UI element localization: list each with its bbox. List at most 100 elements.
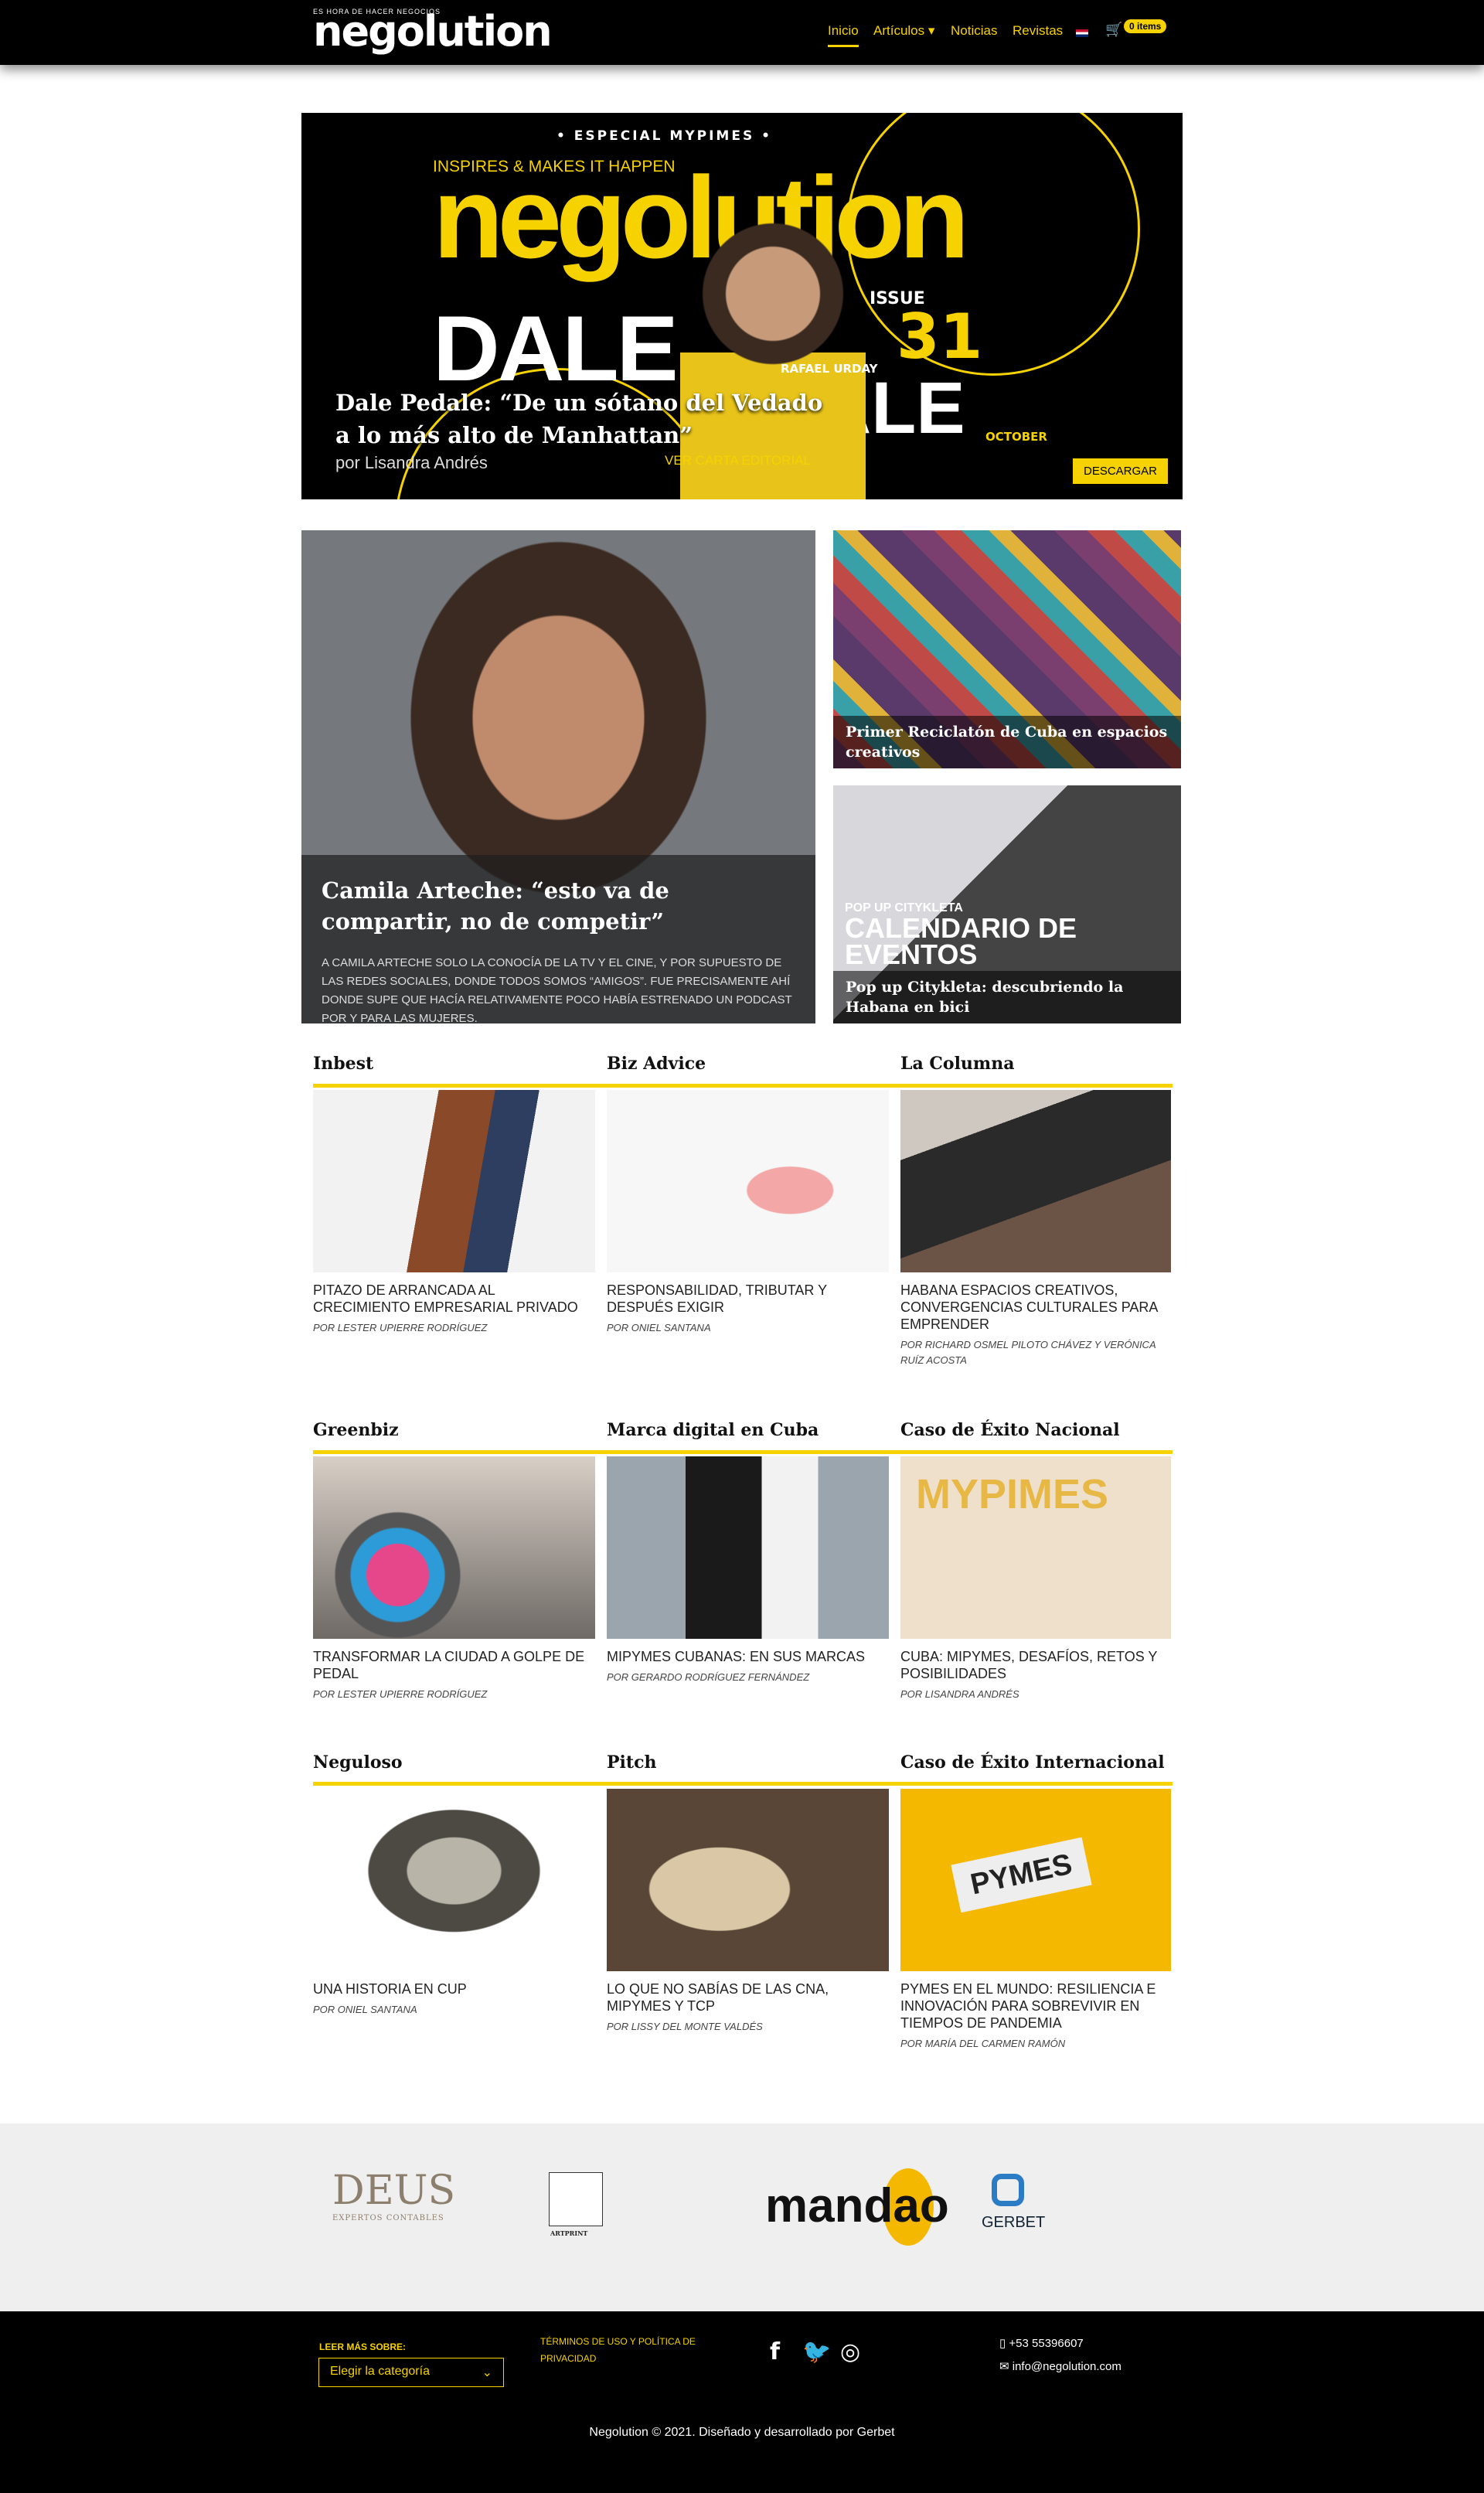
article-image[interactable] — [607, 1090, 889, 1272]
logo-wordmark: negolution — [313, 7, 553, 56]
article-author: por Lissy del Monte Valdés — [607, 2021, 763, 2032]
nav-news-link[interactable]: Noticias — [951, 23, 997, 39]
article-image[interactable] — [607, 1789, 889, 1971]
featured-main-card[interactable]: Camila Arteche: “esto va de compartir, n… — [301, 530, 815, 1023]
section-title[interactable]: Inbest — [313, 1053, 595, 1082]
article-headline[interactable]: Mipymes cubanas: en sus marcas — [607, 1648, 889, 1665]
overlay-big-text: CALENDARIO DE EVENTOS — [845, 912, 1077, 970]
hero-cover-word: DALE — [433, 297, 679, 400]
article-author: por Lester Upierre Rodríguez — [313, 1688, 488, 1700]
article-headline[interactable]: Transformar la ciudad a golpe de pedal — [313, 1648, 595, 1682]
article-author: por Oniel Santana — [313, 2004, 417, 2015]
cart-badge[interactable]: 0 items — [1124, 19, 1167, 33]
nav-articles-dropdown[interactable]: Artículos ▾ — [873, 23, 934, 39]
hero-cover-name: RAFAEL URDAY — [781, 362, 878, 376]
featured-side-title[interactable]: Pop up Citykleta: descubriendo la Habana… — [833, 971, 1181, 1023]
read-more-label: LEER MÁS SOBRE: — [319, 2341, 407, 2352]
section-block: Inbest Pitazo de arrancada al crecimient… — [313, 1053, 595, 1336]
section-title[interactable]: Neguloso — [313, 1752, 595, 1781]
section-block: Neguloso Una historia en CUP por Oniel S… — [313, 1752, 595, 2018]
category-select[interactable]: Elegir la categoría ⌄ — [318, 2358, 504, 2387]
article-image[interactable]: PYMES — [900, 1789, 1171, 1971]
featured-main-caption: Camila Arteche: “esto va de compartir, n… — [301, 855, 815, 1023]
nav-magazines-link[interactable]: Revistas — [1013, 23, 1063, 39]
email-address: info@negolution.com — [1012, 2360, 1122, 2373]
hero-cover-banner[interactable]: • ESPECIAL MYPIMES • INSPIRES & MAKES IT… — [301, 113, 1183, 499]
section-title[interactable]: Marca digital en Cuba — [607, 1419, 889, 1449]
partner-logo-gerbet[interactable]: GERBET — [982, 2214, 1045, 2232]
featured-side-card[interactable]: POP UP CITYKLETA CALENDARIO DE EVENTOS P… — [833, 785, 1181, 1023]
phone-contact[interactable]: ▯ +53 55396607 — [999, 2336, 1084, 2350]
chevron-down-icon: ⌄ — [482, 2366, 492, 2379]
copyright-text: Negolution © 2021. Diseñado y desarrolla… — [589, 2426, 895, 2439]
image-text: PYMES — [951, 1837, 1092, 1913]
hero-cover-month: OCTOBER — [985, 430, 1047, 444]
section-block: Greenbiz Transformar la ciudad a golpe d… — [313, 1419, 595, 1702]
section-block: Biz Advice Responsabilidad, tributar y d… — [607, 1053, 889, 1336]
section-block: Pitch Lo que no sabías de las CNA, mipym… — [607, 1752, 889, 2035]
envelope-icon: ✉ — [999, 2360, 1013, 2373]
category-select-value: Elegir la categoría — [330, 2365, 430, 2378]
site-logo[interactable]: ES HORA DE HACER NEGOCIOS negolution — [313, 7, 553, 56]
partner-logo-gerbet-icon[interactable] — [992, 2174, 1024, 2206]
article-headline[interactable]: Pitazo de arrancada al crecimiento empre… — [313, 1282, 595, 1316]
featured-main-excerpt: A Camila Arteche solo la conocía de la T… — [322, 956, 792, 1023]
article-image[interactable]: MYPIMES — [900, 1456, 1171, 1639]
language-flag-icon[interactable] — [1076, 29, 1088, 37]
partner-logo-deus[interactable]: DEUS — [332, 2171, 455, 2211]
article-image[interactable] — [313, 1090, 595, 1272]
section-title[interactable]: Caso de Éxito Internacional — [900, 1752, 1171, 1781]
section-title[interactable]: La Columna — [900, 1053, 1171, 1082]
image-text: MYPIMES — [916, 1471, 1109, 1517]
hero-issue-number: 31 — [897, 301, 983, 373]
featured-side-card[interactable]: Primer Reciclatón de Cuba en espacios cr… — [833, 530, 1181, 768]
partner-logo-deus-sub: EXPERTOS CONTABLES — [332, 2214, 444, 2222]
article-headline[interactable]: Responsabilidad, tributar y después exig… — [607, 1282, 889, 1316]
facebook-icon[interactable]: f — [770, 2338, 780, 2365]
terms-link[interactable]: TÉRMINOS DE USO Y POLÍTICA DE PRIVACIDAD — [540, 2333, 710, 2367]
article-headline[interactable]: Pymes en el mundo: resiliencia e innovac… — [900, 1980, 1171, 2032]
article-author: por Gerardo Rodríguez Fernández — [607, 1671, 810, 1683]
article-author: por Lester Upierre Rodríguez — [313, 1322, 488, 1333]
article-author: por Oniel Santana — [607, 1322, 711, 1333]
section-block: Marca digital en Cuba Mipymes cubanas: e… — [607, 1419, 889, 1685]
image-overlay-text: POP UP CITYKLETA CALENDARIO DE EVENTOS — [845, 901, 1181, 970]
hero-article-title[interactable]: Dale Pedale: “De un sótano del Vedado a … — [335, 387, 830, 451]
partner-logo-artprint-icon[interactable] — [549, 2172, 603, 2226]
hero-kicker: • ESPECIAL MYPIMES • — [556, 128, 772, 144]
article-image[interactable] — [313, 1456, 595, 1639]
email-contact[interactable]: ✉ info@negolution.com — [999, 2359, 1122, 2373]
section-block: La Columna Habana Espacios Creativos, co… — [900, 1053, 1171, 1368]
site-footer — [0, 2311, 1484, 2493]
article-headline[interactable]: Habana Espacios Creativos, convergencias… — [900, 1282, 1171, 1333]
partner-logo-mandao[interactable]: mandao — [765, 2178, 949, 2233]
hero-article-author: por Lisandra Andrés — [335, 453, 488, 472]
section-block: Caso de Éxito Internacional PYMES Pymes … — [900, 1752, 1171, 2052]
featured-side-title[interactable]: Primer Reciclatón de Cuba en espacios cr… — [833, 716, 1181, 768]
article-headline[interactable]: Cuba: mipymes, desafíos, retos y posibil… — [900, 1648, 1171, 1682]
article-headline[interactable]: Una historia en CUP — [313, 1980, 595, 1997]
article-headline[interactable]: Lo que no sabías de las CNA, mipymes y T… — [607, 1980, 889, 2014]
section-title[interactable]: Biz Advice — [607, 1053, 889, 1082]
nav-home-link[interactable]: Inicio — [828, 23, 859, 47]
cart-icon[interactable]: 🛒 — [1105, 22, 1122, 38]
twitter-icon[interactable]: 🐦 — [802, 2338, 831, 2365]
section-title[interactable]: Greenbiz — [313, 1419, 595, 1449]
download-button[interactable]: DESCARGAR — [1073, 458, 1169, 484]
article-image[interactable] — [900, 1090, 1171, 1272]
partner-logo-artprint-label: ARTPRINT — [550, 2229, 588, 2237]
section-title[interactable]: Pitch — [607, 1752, 889, 1781]
section-block: Caso de Éxito Nacional MYPIMES Cuba: mip… — [900, 1419, 1171, 1702]
phone-number: +53 55396607 — [1009, 2337, 1084, 2350]
featured-main-title[interactable]: Camila Arteche: “esto va de compartir, n… — [322, 875, 795, 937]
phone-icon: ▯ — [999, 2337, 1009, 2350]
instagram-icon[interactable]: ◎ — [840, 2338, 860, 2365]
article-author: por María del Carmen Ramón — [900, 2038, 1066, 2049]
editorial-letter-link[interactable]: VER CARTA EDITORIAL — [665, 453, 811, 468]
partners-strip — [0, 2123, 1484, 2311]
top-navbar: ES HORA DE HACER NEGOCIOS negolution Ini… — [0, 0, 1484, 65]
article-image[interactable] — [607, 1456, 889, 1639]
article-author: por Lisandra Andrés — [900, 1688, 1019, 1700]
section-title[interactable]: Caso de Éxito Nacional — [900, 1419, 1171, 1449]
article-image[interactable] — [313, 1789, 595, 1971]
